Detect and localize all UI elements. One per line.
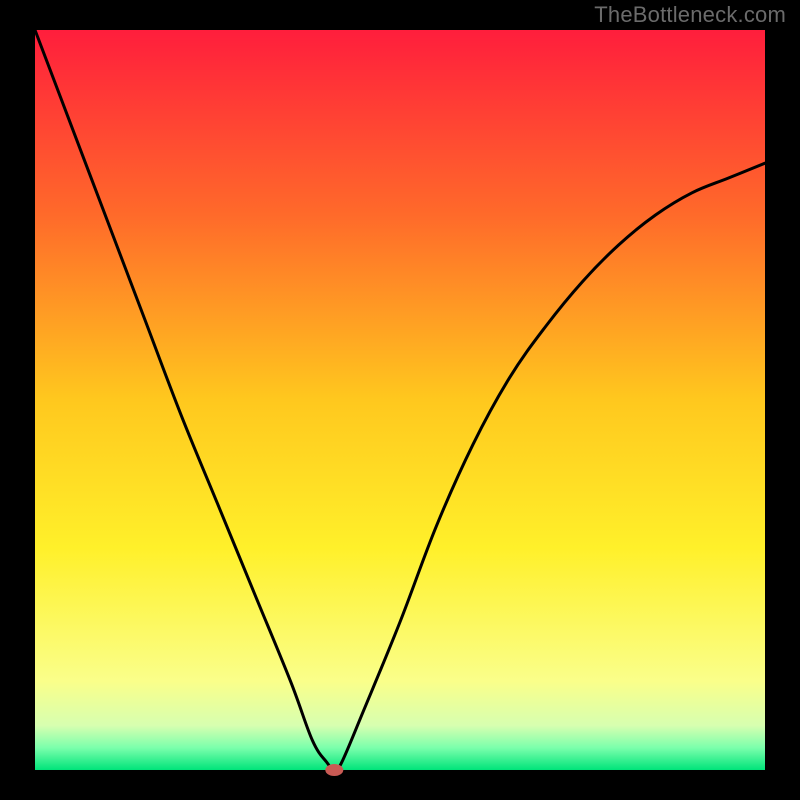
- bottleneck-chart: [0, 0, 800, 800]
- sweet-spot-marker: [325, 764, 343, 776]
- watermark-text: TheBottleneck.com: [594, 2, 786, 28]
- chart-frame: TheBottleneck.com: [0, 0, 800, 800]
- plot-background: [35, 30, 765, 770]
